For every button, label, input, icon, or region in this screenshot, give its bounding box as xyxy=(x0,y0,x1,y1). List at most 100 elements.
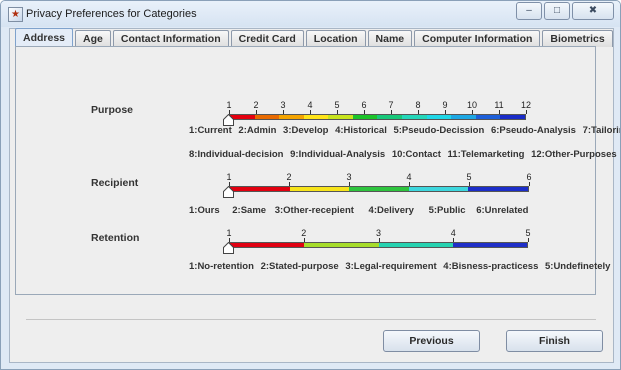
retention-track-segment xyxy=(452,243,527,247)
purpose-legend-item: 2:Admin xyxy=(238,125,277,136)
recipient-legend-item: 3:Other-recepient xyxy=(274,205,354,216)
purpose-tick-label: 1 xyxy=(226,100,232,110)
recipient-tick-label: 1 xyxy=(226,172,232,182)
retention-legend-item: 2:Stated-purpose xyxy=(260,261,339,272)
purpose-track-segment xyxy=(303,115,329,119)
purpose-tick-label: 4 xyxy=(307,100,313,110)
purpose-legend-item: 9:Individual-Analysis xyxy=(290,149,386,160)
purpose-legend-item: 10:Contact xyxy=(391,149,441,160)
maximize-button[interactable]: □ xyxy=(544,2,570,20)
purpose-track-segment xyxy=(426,115,452,119)
purpose-track-segment xyxy=(451,115,476,119)
minimize-button[interactable]: – xyxy=(516,2,542,20)
retention-tick-label: 5 xyxy=(525,228,531,238)
purpose-track-segment xyxy=(279,115,304,119)
tab-address[interactable]: Address xyxy=(15,28,74,47)
recipient-tick-label: 2 xyxy=(286,172,292,182)
purpose-legend-line-1: 1:Current 2:Admin 3:Develop 4:Historical… xyxy=(189,125,620,136)
category-tabs: Address Age Contact Information Credit C… xyxy=(15,28,615,47)
purpose-tick-label: 6 xyxy=(361,100,367,110)
purpose-legend-item: 5:Pseudo-Decission xyxy=(393,125,485,136)
recipient-slider-thumb[interactable] xyxy=(223,186,234,198)
recipient-tick-mark xyxy=(529,182,530,186)
tab-computer-information[interactable]: Computer Information xyxy=(414,30,541,47)
recipient-tick-label: 3 xyxy=(346,172,352,182)
recipient-slider[interactable]: 1 2 3 4 5 6 xyxy=(223,172,532,202)
recipient-tick-label: 6 xyxy=(526,172,532,182)
finish-button[interactable]: Finish xyxy=(506,330,603,352)
tab-credit-card[interactable]: Credit Card xyxy=(230,30,304,47)
java-app-icon: ★ xyxy=(8,7,23,22)
purpose-track-segment xyxy=(328,115,353,119)
tab-contact-information[interactable]: Contact Information xyxy=(112,30,229,47)
purpose-legend-item: 7:Tailoring xyxy=(582,125,620,136)
recipient-legend-item: 6:Unrelated xyxy=(476,205,529,216)
purpose-legend-item: 8:Individual-decision xyxy=(189,149,284,160)
retention-track-segment xyxy=(378,243,453,247)
retention-legend-item: 3:Legal-requirement xyxy=(345,261,437,272)
retention-slider-thumb[interactable] xyxy=(223,242,234,254)
retention-track-segment xyxy=(304,243,379,247)
recipient-track-segment xyxy=(468,187,528,191)
purpose-legend-item: 12:Other-Purposes xyxy=(531,149,617,160)
retention-legend-item: 4:Bisness-practicess xyxy=(443,261,539,272)
window-title: Privacy Preferences for Categories xyxy=(26,8,197,20)
tab-age[interactable]: Age xyxy=(75,30,111,47)
retention-legend-item: 1:No-retention xyxy=(189,261,254,272)
retention-legend: 1:No-retention 2:Stated-purpose 3:Legal-… xyxy=(189,261,614,272)
recipient-legend: 1:Ours 2:Same 3:Other-recepient 4:Delive… xyxy=(189,205,532,216)
tab-biometrics[interactable]: Biometrics xyxy=(542,30,613,47)
window-controls: – □ ✖ xyxy=(514,2,614,20)
purpose-tick-label: 11 xyxy=(494,100,504,110)
purpose-track-segment xyxy=(402,115,427,119)
previous-button[interactable]: Previous xyxy=(383,330,480,352)
purpose-tick-label: 10 xyxy=(466,100,478,110)
recipient-tick-label: 4 xyxy=(406,172,412,182)
purpose-legend-item: 11:Telemarketing xyxy=(447,149,525,160)
purpose-tick-mark xyxy=(526,110,527,114)
purpose-track-segment xyxy=(377,115,403,119)
purpose-legend-item: 6:Pseudo-Analysis xyxy=(490,125,576,136)
purpose-legend-item: 1:Current xyxy=(189,125,232,136)
purpose-tick-label: 5 xyxy=(334,100,340,110)
purpose-tick-label: 12 xyxy=(520,100,532,110)
purpose-track-segment xyxy=(352,115,378,119)
purpose-tick-label: 3 xyxy=(280,100,286,110)
recipient-legend-item: 2:Same xyxy=(232,205,267,216)
retention-tick-label: 2 xyxy=(301,228,307,238)
retention-slider[interactable]: 1 2 3 4 5 xyxy=(223,228,531,258)
recipient-label: Recipient xyxy=(91,177,139,189)
title-bar[interactable]: ★ Privacy Preferences for Categories – □… xyxy=(1,1,620,27)
retention-legend-item: 5:Undefinetely xyxy=(545,261,611,272)
recipient-track-segment xyxy=(349,187,409,191)
retention-label: Retention xyxy=(91,232,140,244)
retention-tick-mark xyxy=(528,238,529,242)
retention-tick-label: 4 xyxy=(450,228,456,238)
recipient-color-track xyxy=(229,186,529,192)
footer-divider xyxy=(26,319,596,320)
purpose-tick-label: 2 xyxy=(253,100,259,110)
recipient-track-segment xyxy=(289,187,350,191)
purpose-track-segment xyxy=(500,115,525,119)
purpose-color-track xyxy=(229,114,526,120)
purpose-legend-item: 3:Develop xyxy=(283,125,329,136)
retention-track-segment xyxy=(230,243,305,247)
close-button[interactable]: ✖ xyxy=(572,2,614,20)
purpose-tick-label: 7 xyxy=(388,100,394,110)
tab-name[interactable]: Name xyxy=(367,30,413,47)
tab-location[interactable]: Location xyxy=(305,30,366,47)
privacy-preferences-window: ★ Privacy Preferences for Categories – □… xyxy=(0,0,621,370)
recipient-legend-item: 1:Ours xyxy=(189,205,220,216)
recipient-track-segment xyxy=(408,187,469,191)
purpose-track-segment xyxy=(254,115,280,119)
purpose-legend-item: 4:Historical xyxy=(335,125,387,136)
recipient-legend-item: 4:Delivery xyxy=(368,205,414,216)
purpose-label: Purpose xyxy=(91,104,134,116)
retention-color-track xyxy=(229,242,528,248)
retention-tick-label: 1 xyxy=(226,228,232,238)
purpose-legend-line-2: 8:Individual-decision 9:Individual-Analy… xyxy=(189,149,620,160)
purpose-track-segment xyxy=(475,115,501,119)
purpose-tick-label: 9 xyxy=(442,100,448,110)
recipient-tick-label: 5 xyxy=(466,172,472,182)
recipient-track-segment xyxy=(230,187,290,191)
